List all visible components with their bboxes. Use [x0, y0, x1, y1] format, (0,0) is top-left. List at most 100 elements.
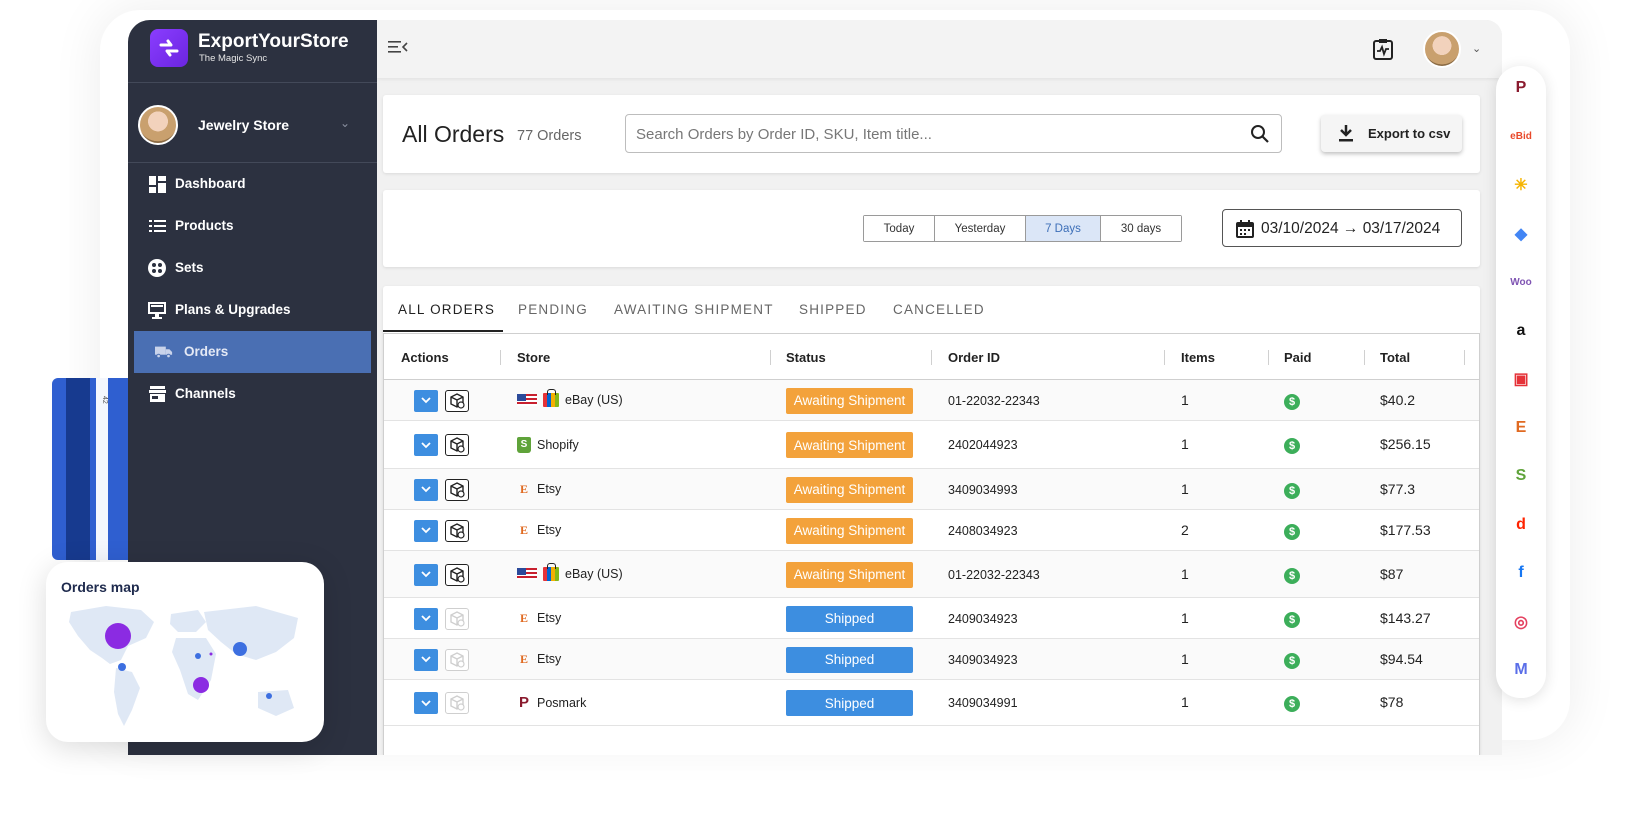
- woocommerce-icon[interactable]: Woo: [1503, 264, 1539, 300]
- order-id[interactable]: 2408034923: [948, 524, 1018, 538]
- status-badge: Awaiting Shipment: [786, 517, 913, 544]
- row-expand-button[interactable]: [414, 434, 438, 456]
- amazon-icon[interactable]: a: [1503, 312, 1539, 349]
- package-icon[interactable]: [445, 519, 469, 542]
- channel-glyph: eBid: [1510, 131, 1532, 142]
- date-filter-panel: Today Yesterday 7 Days 30 days 03/10/202…: [383, 190, 1480, 267]
- sidebar-item-dashboard[interactable]: Dashboard: [128, 163, 377, 205]
- etsy-icon[interactable]: E: [1503, 409, 1539, 446]
- items-count: 2: [1181, 521, 1189, 538]
- package-icon[interactable]: [445, 563, 469, 586]
- order-id[interactable]: 3409034991: [948, 696, 1018, 710]
- table-row[interactable]: eBay (US) Awaiting Shipment 01-22032-22343…: [384, 551, 1479, 598]
- package-icon[interactable]: [445, 692, 469, 714]
- column-header[interactable]: Status: [786, 350, 826, 365]
- collapse-menu-icon[interactable]: [388, 39, 408, 60]
- range-30days-button[interactable]: 30 days: [1101, 216, 1181, 241]
- row-expand-button[interactable]: [414, 607, 438, 630]
- ebay-icon[interactable]: ▣: [1503, 361, 1539, 397]
- tab-pending[interactable]: PENDING: [518, 302, 588, 317]
- package-icon[interactable]: [445, 478, 469, 501]
- column-header[interactable]: Order ID: [948, 350, 1000, 365]
- sidebar-item-products[interactable]: Products: [128, 205, 377, 247]
- table-row[interactable]: E Etsy Awaiting Shipment 3409034993 1 $ $77.3: [384, 469, 1479, 510]
- column-header[interactable]: Items: [1181, 350, 1215, 365]
- export-csv-button[interactable]: Export to csv: [1321, 115, 1462, 152]
- order-id[interactable]: 01-22032-22343: [948, 394, 1040, 408]
- range-yesterday-button[interactable]: Yesterday: [935, 216, 1026, 241]
- date-range-picker[interactable]: 03/10/2024 → 03/17/2024: [1222, 209, 1462, 247]
- walmart-icon[interactable]: ✳: [1503, 167, 1539, 203]
- order-id[interactable]: 01-22032-22343: [948, 568, 1040, 582]
- tab-all-orders[interactable]: ALL ORDERS: [398, 302, 495, 317]
- order-id[interactable]: 3409034993: [948, 483, 1018, 497]
- brand[interactable]: ExportYourStore The Magic Sync: [128, 20, 377, 83]
- order-id[interactable]: 2409034923: [948, 612, 1018, 626]
- package-icon[interactable]: [445, 648, 469, 671]
- table-row[interactable]: eBay (US) Awaiting Shipment 01-22032-22343…: [384, 380, 1479, 421]
- row-expand-button[interactable]: [414, 563, 438, 586]
- search-input[interactable]: [636, 123, 1236, 145]
- tab-shipped[interactable]: SHIPPED: [799, 302, 867, 317]
- sidebar-item-sets[interactable]: Sets: [128, 247, 377, 289]
- search-icon[interactable]: [1250, 124, 1270, 149]
- store-name: Posmark: [537, 696, 587, 710]
- ebid-icon[interactable]: eBid: [1503, 118, 1539, 155]
- table-row[interactable]: E Etsy Awaiting Shipment 2408034923 2 $ $177.5…: [384, 510, 1479, 551]
- range-7days-button[interactable]: 7 Days: [1026, 216, 1101, 241]
- column-header[interactable]: Total: [1380, 350, 1410, 365]
- row-expand-button[interactable]: [414, 519, 438, 542]
- column-header[interactable]: Paid: [1284, 350, 1311, 365]
- sidebar-item-orders[interactable]: Orders: [134, 331, 371, 373]
- table-row[interactable]: P Posmark Shipped 3409034991 1 $ $78: [384, 680, 1479, 726]
- brand-name: ExportYourStore: [198, 31, 349, 52]
- store-name: eBay (US): [565, 566, 623, 581]
- column-header[interactable]: Actions: [401, 350, 449, 365]
- search-box[interactable]: [625, 114, 1282, 153]
- world-map: [69, 606, 298, 726]
- shopify-icon[interactable]: S: [1503, 458, 1539, 494]
- column-header[interactable]: Store: [517, 350, 550, 365]
- depop-icon[interactable]: d: [1503, 506, 1539, 543]
- export-csv-label: Export to csv: [1368, 126, 1451, 141]
- instagram-icon[interactable]: ◎: [1503, 603, 1539, 640]
- package-icon[interactable]: [445, 434, 469, 456]
- chevron-down-icon: ⌄: [340, 116, 351, 130]
- table-row[interactable]: E Etsy Shipped 2409034923 1 $ $143.27: [384, 598, 1479, 639]
- order-id[interactable]: 3409034923: [948, 653, 1018, 667]
- store-selector[interactable]: Jewelry Store ⌄: [128, 83, 377, 163]
- order-id[interactable]: 2402044923: [948, 438, 1018, 452]
- activity-clipboard-icon[interactable]: [1372, 38, 1394, 65]
- table-row[interactable]: S Shopify Awaiting Shipment 2402044923 1 $ $25…: [384, 421, 1479, 469]
- facebook-icon[interactable]: f: [1503, 555, 1539, 591]
- poshmark-icon[interactable]: P: [1503, 70, 1539, 106]
- google-shopping-icon[interactable]: ◆: [1503, 215, 1539, 252]
- package-icon[interactable]: [445, 389, 469, 412]
- orders-map-card[interactable]: Orders map: [46, 562, 324, 742]
- row-expand-button[interactable]: [414, 478, 438, 501]
- etsy-icon: E: [519, 610, 528, 625]
- range-today-button[interactable]: Today: [864, 216, 935, 241]
- app-screenshot: 42 ExportYourStore The Magic Sync Jewelr…: [0, 0, 1631, 829]
- sidebar-item-channels[interactable]: Channels: [128, 373, 377, 415]
- paid-icon: $: [1284, 523, 1300, 540]
- column-divider: [931, 350, 932, 365]
- row-expand-button[interactable]: [414, 648, 438, 671]
- user-avatar[interactable]: [1423, 30, 1461, 68]
- shopify-icon: S: [517, 437, 531, 453]
- chevron-down-icon[interactable]: ⌄: [1472, 42, 1481, 55]
- row-expand-button[interactable]: [414, 389, 438, 412]
- map-dot: [118, 663, 126, 671]
- tab-awaiting-shipment[interactable]: AWAITING SHIPMENT: [614, 302, 774, 317]
- tab-cancelled[interactable]: CANCELLED: [893, 302, 985, 317]
- table-row[interactable]: E Etsy Shipped 3409034923 1 $ $94.54: [384, 639, 1479, 680]
- row-expand-button[interactable]: [414, 692, 438, 714]
- sidebar-item-plans[interactable]: Plans & Upgrades: [128, 289, 377, 331]
- mercari-icon[interactable]: M: [1503, 652, 1539, 688]
- column-divider: [1164, 350, 1165, 365]
- order-total: $78: [1380, 694, 1404, 710]
- paid-icon: $: [1284, 611, 1300, 628]
- package-icon[interactable]: [445, 607, 469, 630]
- channel-glyph: P: [1515, 79, 1527, 96]
- status-badge: Awaiting Shipment: [786, 387, 913, 414]
